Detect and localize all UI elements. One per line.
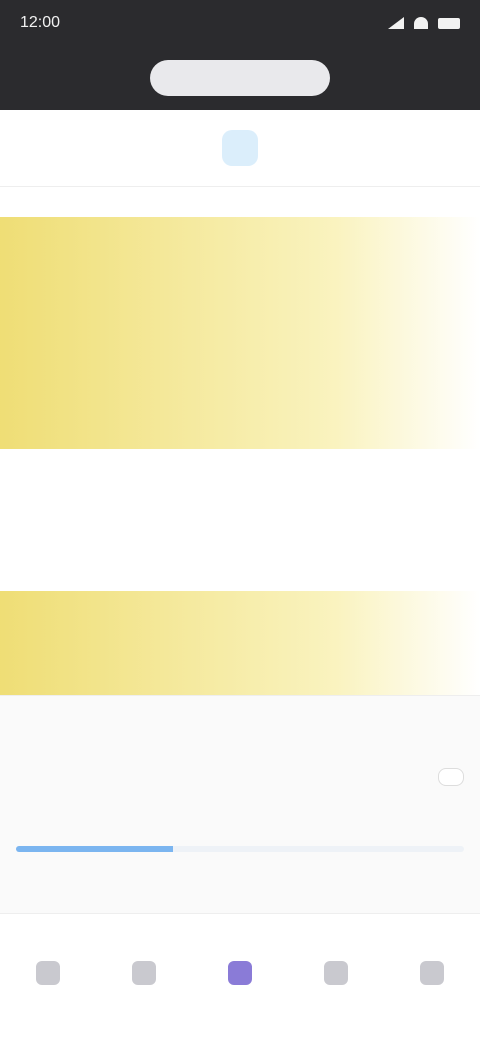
profile-icon [228,961,252,985]
content-row[interactable] [0,647,480,695]
bottom-nav-item-1[interactable] [132,961,156,993]
content-row[interactable] [0,217,480,265]
wifi-icon [414,17,428,29]
content-top-spacer [0,187,480,217]
content-row[interactable] [0,387,480,449]
subnav-item-2[interactable] [393,140,413,156]
status-bar: 12:00 [0,0,480,46]
chat-icon [324,961,348,985]
subnav-item-0[interactable] [67,140,87,156]
panel-row-2 [16,754,464,800]
app-header [0,46,480,110]
header-pill[interactable] [150,60,330,96]
panel-row2-button[interactable] [438,768,464,786]
home-icon [36,961,60,985]
panel-row-1 [16,708,464,754]
grid-icon [132,961,156,985]
panel-row-3 [16,800,464,846]
content-row[interactable] [0,265,480,317]
content-list [0,187,480,695]
bottom-nav-item-0[interactable] [36,961,60,993]
detail-panel [0,695,480,915]
subnav [0,110,480,187]
content-row[interactable] [0,547,480,591]
bottom-nav-item-4[interactable] [420,961,444,993]
subnav-item-1[interactable] [221,130,258,166]
content-row[interactable] [0,503,480,547]
bottom-nav [0,913,480,1040]
status-time: 12:00 [20,14,61,31]
battery-icon [438,17,460,29]
content-row[interactable] [0,317,480,387]
signal-icon [388,17,404,29]
bottom-nav-item-2[interactable] [228,961,252,993]
bottom-nav-item-3[interactable] [324,961,348,993]
settings-icon [420,961,444,985]
content-row[interactable] [0,591,480,647]
panel-progress [16,846,464,852]
panel-progress-fill [16,846,173,852]
content-row[interactable] [0,449,480,503]
status-icons [388,17,460,29]
